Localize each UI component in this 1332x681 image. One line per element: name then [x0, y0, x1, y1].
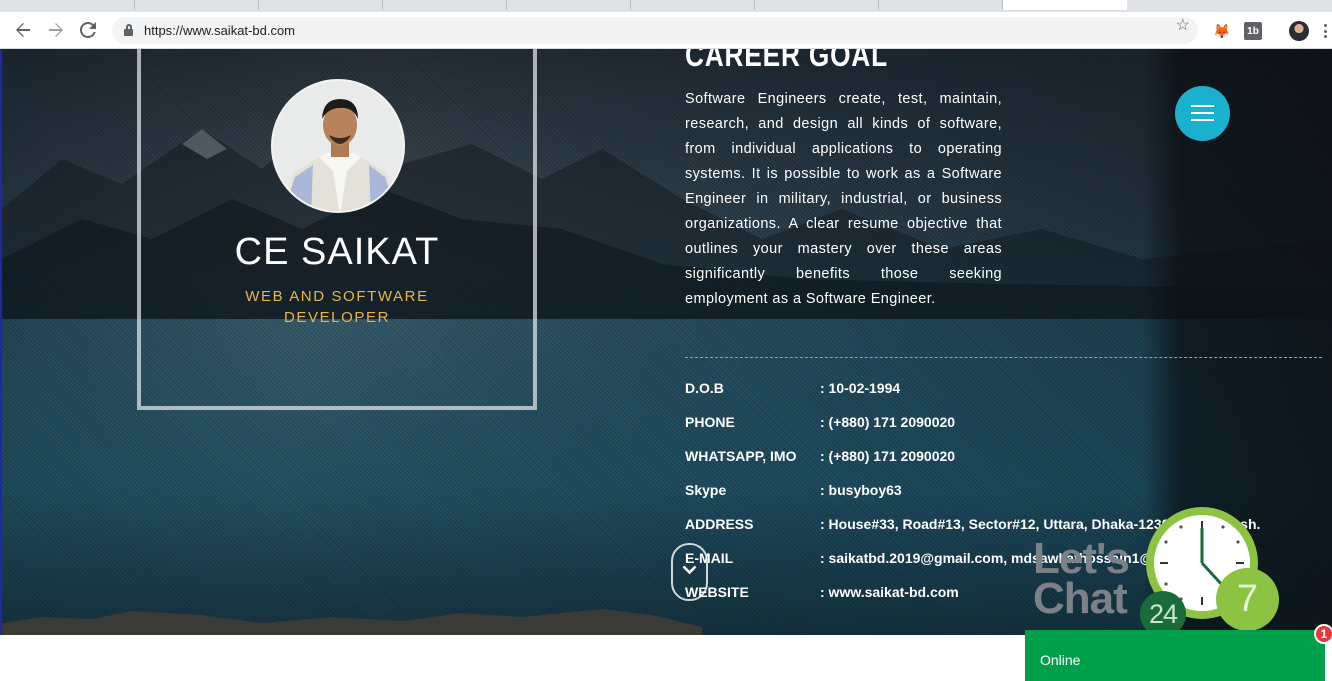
reload-button[interactable] — [76, 18, 100, 42]
lets-chat-line-1: Let's — [1033, 534, 1130, 583]
chevron-down-icon — [682, 565, 697, 575]
info-value: : (+880) 171 2090020 — [820, 414, 956, 430]
info-label: Skype — [685, 482, 727, 498]
browser-tab[interactable] — [755, 0, 879, 10]
browser-tab[interactable] — [507, 0, 631, 10]
arrow-left-icon — [16, 23, 30, 37]
metamask-fox-icon[interactable]: 🦊 — [1213, 22, 1231, 40]
rocks-foreground — [2, 609, 702, 635]
info-label: D.O.B — [685, 380, 724, 396]
arrow-right-icon — [49, 23, 63, 37]
tab-strip — [0, 0, 1332, 12]
lock-icon — [124, 24, 133, 36]
section-divider — [685, 357, 1322, 358]
info-value: : (+880) 171 2090020 — [820, 448, 956, 464]
scroll-down-button[interactable] — [671, 543, 708, 601]
page-viewport: CE SAIKAT WEB AND SOFTWARE DEVELOPER CAR… — [0, 49, 1332, 681]
browser-tab[interactable] — [383, 0, 507, 10]
lets-chat-line-2: Chat — [1033, 574, 1128, 623]
profile-role-line-1: WEB AND SOFTWARE — [245, 288, 429, 305]
chat-status-text: Online — [1040, 652, 1081, 668]
browser-tab[interactable] — [879, 0, 1003, 10]
browser-tab[interactable] — [259, 0, 383, 10]
browser-tab[interactable] — [1127, 0, 1332, 10]
profile-role: WEB AND SOFTWARE DEVELOPER — [227, 286, 447, 328]
career-goal-text: Software Engineers create, test, maintai… — [685, 91, 1002, 307]
hero-section: CE SAIKAT WEB AND SOFTWARE DEVELOPER CAR… — [0, 49, 1332, 635]
profile-name: CE SAIKAT — [234, 231, 440, 273]
career-goal-heading: CAREER GOAL — [685, 49, 888, 73]
reload-icon — [80, 22, 96, 38]
url-text: https://www.saikat-bd.com — [144, 23, 295, 38]
address-bar[interactable]: https://www.saikat-bd.com — [112, 17, 1198, 44]
forward-button[interactable] — [44, 18, 68, 42]
back-button[interactable] — [11, 18, 35, 42]
avatar-icon[interactable] — [1289, 21, 1309, 41]
info-label: ADDRESS — [685, 516, 754, 532]
browser-tab[interactable] — [0, 0, 135, 10]
info-label: WHATSAPP, IMO — [685, 448, 797, 464]
kebab-menu-icon[interactable] — [1324, 24, 1328, 38]
browser-tab[interactable] — [631, 0, 755, 10]
info-value: : busyboy63 — [820, 482, 902, 498]
browser-tab-active[interactable] — [1003, 0, 1127, 10]
lets-chat-label[interactable]: Let's Chat — [1033, 534, 1130, 623]
star-icon[interactable]: ☆ — [1176, 15, 1190, 35]
info-value: : 10-02-1994 — [820, 380, 901, 396]
notification-badge: 1 — [1314, 624, 1332, 644]
browser-toolbar: https://www.saikat-bd.com ☆ 🦊 1b — [0, 12, 1332, 49]
menu-toggle-button[interactable] — [1175, 86, 1230, 141]
person-portrait-icon — [273, 81, 403, 211]
profile-role-line-2: DEVELOPER — [283, 309, 391, 326]
browser-tab[interactable] — [135, 0, 259, 10]
extension-1b-icon[interactable]: 1b — [1244, 22, 1262, 40]
profile-photo — [271, 79, 405, 213]
days-badge: 7 — [1216, 568, 1279, 631]
chat-online-bar[interactable]: Online — [1025, 630, 1325, 681]
info-value[interactable]: : www.saikat-bd.com — [820, 584, 959, 600]
info-label: PHONE — [685, 414, 735, 430]
